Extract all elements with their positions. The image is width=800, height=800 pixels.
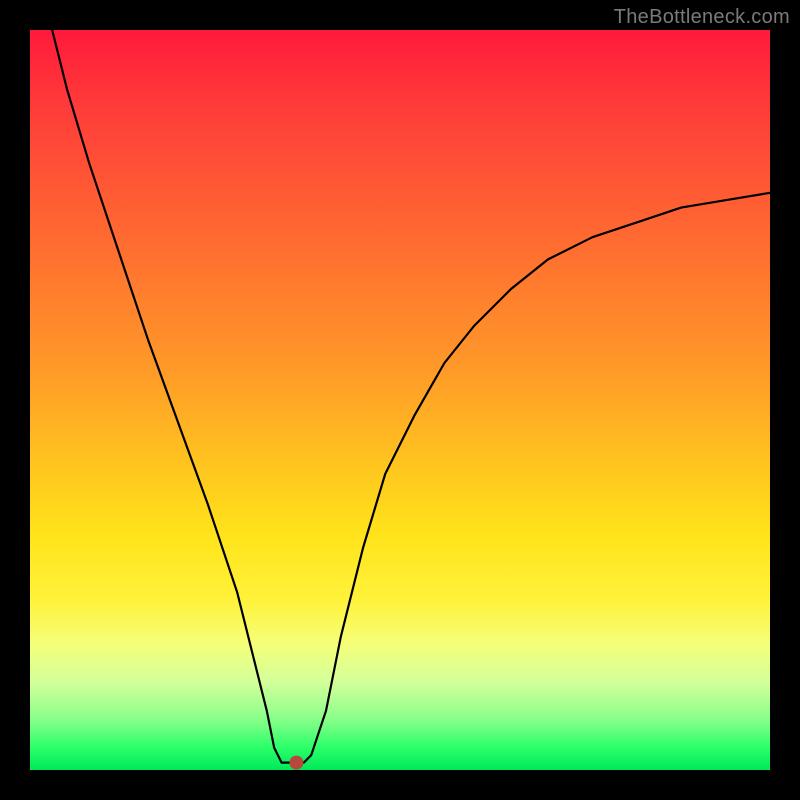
plot-area <box>30 30 770 770</box>
curve-svg <box>30 30 770 770</box>
bottleneck-curve <box>52 30 770 763</box>
chart-frame: TheBottleneck.com <box>0 0 800 800</box>
optimum-marker <box>289 756 303 770</box>
watermark-text: TheBottleneck.com <box>614 6 790 29</box>
